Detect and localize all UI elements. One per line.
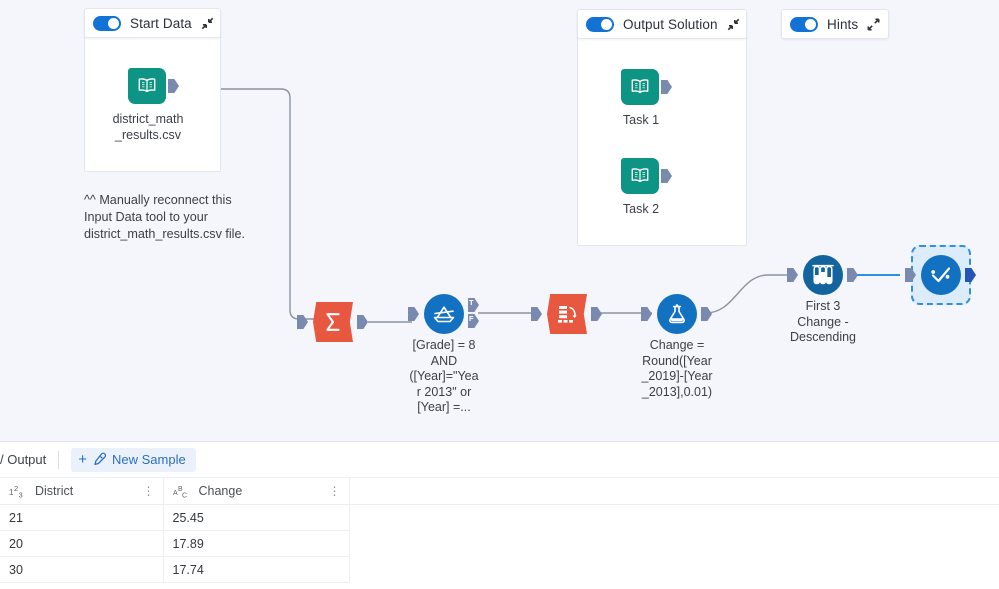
column-menu-change[interactable]: ⋮: [329, 484, 349, 498]
pipette-icon: [94, 452, 107, 466]
output-anchor-filter-false[interactable]: F: [468, 314, 479, 328]
output-anchor-browse[interactable]: [965, 268, 976, 282]
breadcrumb: / Output: [0, 452, 47, 467]
input-anchor-summarize[interactable]: [297, 315, 308, 329]
browse-icon: [921, 255, 961, 295]
alteryx-designer-window: Start Data district_math _results.csv ^^…: [0, 0, 999, 589]
svg-text:3: 3: [19, 491, 23, 499]
column-name-district: District: [35, 484, 74, 498]
new-sample-label: New Sample: [112, 452, 186, 467]
table-row[interactable]: 20 17.89: [0, 530, 999, 557]
input-anchor-sample[interactable]: [787, 268, 798, 282]
results-panel: / Output + New Sample 1 2 3 District ⋮ A…: [0, 441, 999, 589]
text-type-icon: A B C: [173, 486, 187, 499]
cell-filler: [349, 531, 999, 557]
cell-district: 30: [0, 556, 164, 583]
output-anchor-formula[interactable]: [701, 307, 712, 321]
toolbar-divider: [58, 450, 60, 469]
tool-label-formula: Change = Round([Year _2019]-[Year _2013]…: [641, 338, 713, 399]
tool-label-task-1: Task 1: [622, 113, 660, 127]
input-data-icon: [128, 68, 166, 104]
results-grid[interactable]: 1 2 3 District ⋮ A B C Change ⋮ 21 25.45…: [0, 478, 999, 583]
crosstab-icon: [547, 294, 587, 334]
table-row[interactable]: 30 17.74: [0, 556, 999, 583]
toggle-output-solution[interactable]: [586, 16, 614, 32]
tool-label-input-data: district_math _results.csv: [112, 112, 184, 142]
collapse-icon[interactable]: [201, 17, 214, 30]
grid-header-row: 1 2 3 District ⋮ A B C Change ⋮: [0, 478, 999, 505]
container-header-start-data[interactable]: Start Data: [84, 8, 221, 38]
column-header-change[interactable]: A B C Change ⋮: [163, 478, 350, 505]
container-title-output-solution: Output Solution: [623, 16, 718, 32]
cell-district: 21: [0, 504, 164, 531]
input-data-icon: [621, 158, 659, 194]
cell-filler: [349, 557, 999, 583]
column-menu-district[interactable]: ⋮: [143, 484, 163, 498]
tool-filter[interactable]: T F [Grade] = 8 AND ([Year]="Yea r 2013"…: [408, 294, 479, 414]
plus-icon: +: [78, 451, 88, 468]
tool-sample[interactable]: First 3 Change - Descending: [787, 255, 858, 344]
tool-label-filter: [Grade] = 8 AND ([Year]="Yea r 2013" or …: [409, 338, 479, 414]
column-header-district[interactable]: 1 2 3 District ⋮: [0, 478, 164, 505]
workflow-canvas[interactable]: Start Data district_math _results.csv ^^…: [0, 0, 999, 441]
column-name-change: Change: [198, 484, 243, 498]
cell-district: 20: [0, 530, 164, 557]
canvas-note: ^^ Manually reconnect this Input Data to…: [84, 193, 245, 241]
output-anchor-crosstab[interactable]: [591, 307, 602, 321]
filter-icon: [424, 294, 464, 334]
output-anchor-summarize[interactable]: [357, 315, 368, 329]
tool-task-2[interactable]: Task 2: [621, 158, 672, 216]
container-title-hints: Hints: [827, 16, 859, 32]
formula-icon: [657, 294, 697, 334]
cell-filler: [349, 505, 999, 531]
collapse-icon[interactable]: [727, 18, 740, 31]
anchor-label-true: T: [469, 298, 474, 307]
expand-icon[interactable]: [867, 17, 880, 31]
tool-formula[interactable]: Change = Round([Year _2019]-[Year _2013]…: [641, 294, 713, 399]
summarize-icon: [313, 302, 353, 342]
input-anchor-crosstab[interactable]: [531, 307, 542, 321]
output-anchor-filter-true[interactable]: T: [468, 298, 479, 312]
container-header-output-solution[interactable]: Output Solution: [577, 9, 747, 39]
container-title-start-data: Start Data: [130, 15, 192, 31]
container-header-hints[interactable]: Hints: [781, 9, 889, 39]
column-header-filler: [349, 478, 999, 505]
input-anchor-filter[interactable]: [408, 307, 419, 321]
tool-browse[interactable]: [905, 245, 976, 305]
results-toolbar: / Output + New Sample: [0, 442, 999, 478]
toggle-start-data[interactable]: [93, 15, 121, 31]
input-anchor-formula[interactable]: [641, 307, 652, 321]
tool-label-task-2: Task 2: [622, 202, 660, 216]
tool-input-data[interactable]: district_math _results.csv: [113, 68, 183, 142]
output-anchor-sample[interactable]: [847, 268, 858, 282]
anchor-label-false: F: [469, 314, 474, 323]
cell-change: 17.89: [163, 530, 350, 557]
toggle-hints[interactable]: [790, 16, 818, 32]
tool-label-sample: First 3 Change - Descending: [789, 299, 856, 344]
svg-text:C: C: [182, 493, 187, 499]
tool-summarize[interactable]: [297, 302, 368, 342]
numeric-type-icon: 1 2 3: [9, 484, 23, 499]
tool-task-1[interactable]: Task 1: [621, 69, 672, 127]
input-data-icon: [621, 69, 659, 105]
new-sample-button[interactable]: + New Sample: [71, 447, 196, 472]
table-row[interactable]: 21 25.45: [0, 504, 999, 531]
tool-crosstab[interactable]: [531, 294, 602, 334]
grid-body: 21 25.45 20 17.89 30 17.74: [0, 504, 999, 583]
cell-change: 17.74: [163, 556, 350, 583]
cell-change: 25.45: [163, 504, 350, 531]
sample-icon: [803, 255, 843, 295]
